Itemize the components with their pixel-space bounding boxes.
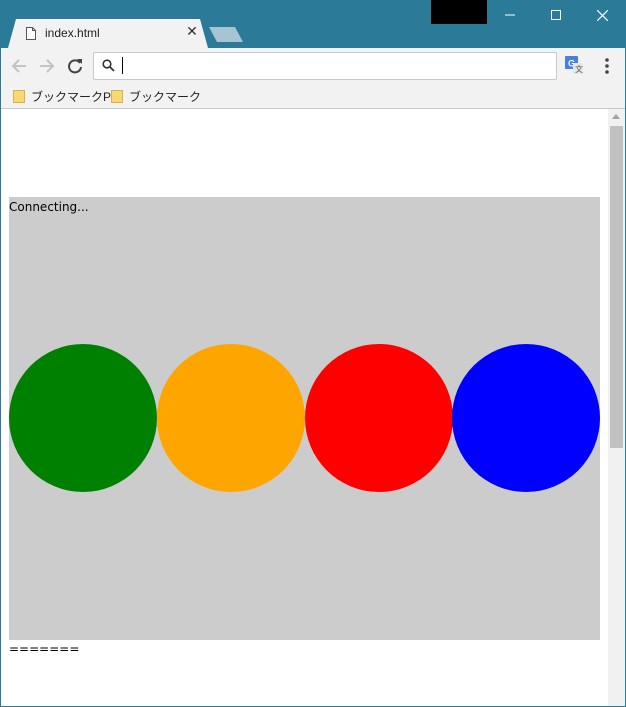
bookmark-label: ブックマークPC — [31, 90, 120, 104]
circle-green[interactable] — [9, 344, 157, 492]
redacted-area — [431, 0, 487, 24]
bookmark-folder-pc[interactable]: ブックマークPC — [13, 88, 120, 105]
bookmarks-bar: ブックマークPC ブックマーク — [1, 85, 625, 109]
toolbar: G 文 — [1, 48, 625, 85]
folder-icon — [13, 90, 25, 103]
footer-text: ======= — [9, 642, 80, 656]
maximize-button[interactable] — [533, 0, 579, 30]
browser-window: index.html ✕ G 文 ブックマークPC ブックマーク Connect… — [0, 0, 626, 707]
title-bar: index.html ✕ — [0, 0, 626, 48]
new-tab-button[interactable] — [209, 27, 243, 42]
translate-icon[interactable]: G 文 — [565, 56, 583, 74]
connection-status: Connecting... — [9, 200, 89, 214]
bookmark-label: ブックマーク — [129, 90, 202, 104]
tab-close-button[interactable]: ✕ — [184, 24, 200, 40]
svg-text:文: 文 — [575, 64, 583, 74]
reload-button[interactable] — [63, 54, 87, 78]
close-window-button[interactable] — [579, 0, 625, 30]
kebab-menu-icon[interactable] — [601, 57, 613, 75]
maximize-icon — [551, 10, 561, 20]
circle-red[interactable] — [305, 344, 453, 492]
text-cursor — [122, 57, 123, 74]
reload-icon — [68, 59, 82, 74]
forward-button[interactable] — [35, 54, 59, 78]
page-viewport: Connecting... ======= — [1, 109, 608, 706]
circle-orange[interactable] — [157, 344, 305, 492]
search-icon — [102, 59, 115, 72]
forward-arrow-icon — [40, 59, 55, 73]
file-icon — [26, 27, 36, 40]
back-arrow-icon — [11, 59, 26, 73]
close-icon — [596, 9, 608, 21]
scroll-up-arrow-icon[interactable] — [612, 114, 620, 119]
tab-index-html[interactable]: index.html ✕ — [8, 19, 208, 48]
vertical-scrollbar[interactable] — [608, 109, 625, 706]
folder-icon — [111, 90, 123, 103]
address-input[interactable] — [120, 56, 540, 74]
minimize-icon — [505, 14, 515, 16]
bookmark-folder[interactable]: ブックマーク — [111, 88, 201, 105]
minimize-button[interactable] — [487, 0, 533, 30]
game-stage: Connecting... — [9, 197, 600, 640]
scrollbar-thumb[interactable] — [610, 126, 623, 448]
tab-title: index.html — [45, 26, 100, 40]
address-bar[interactable] — [93, 52, 557, 80]
back-button[interactable] — [7, 54, 31, 78]
circle-blue[interactable] — [452, 344, 600, 492]
